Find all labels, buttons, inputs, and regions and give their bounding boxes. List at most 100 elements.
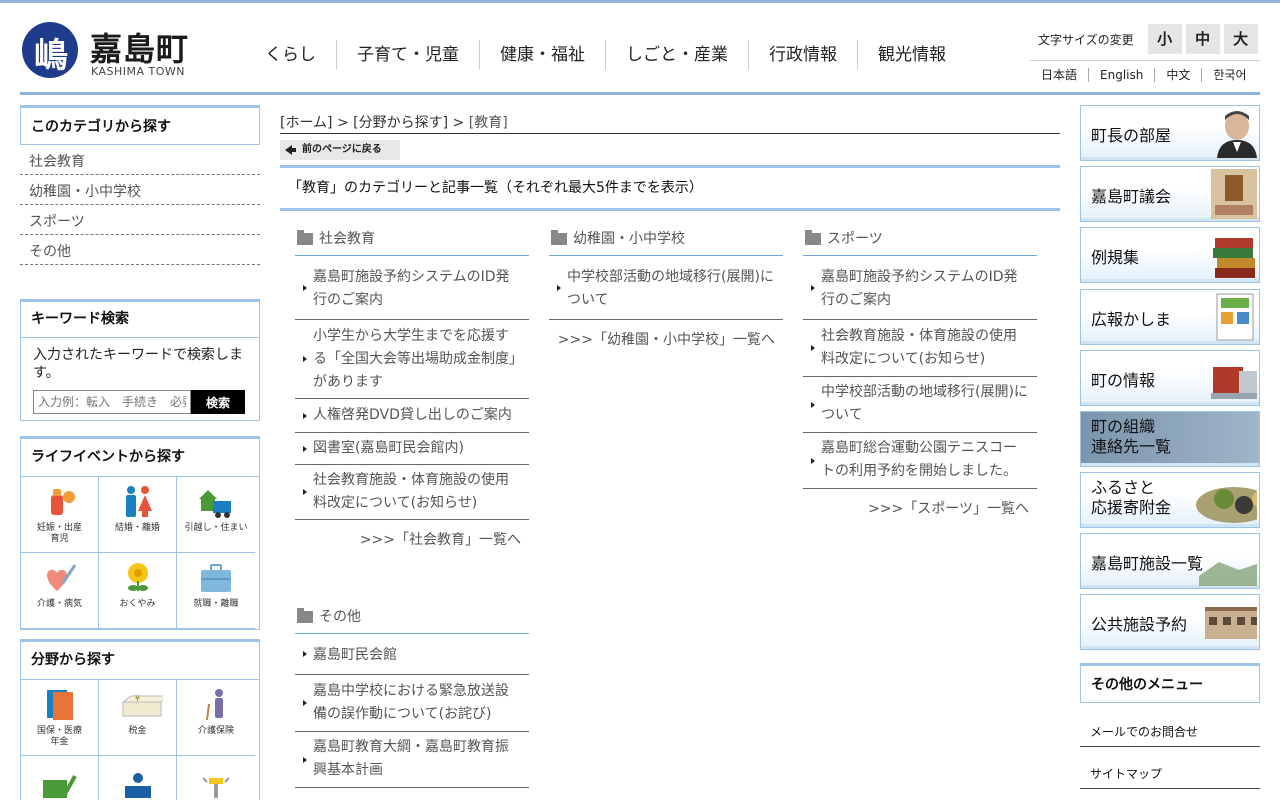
page-title: 「教育」のカテゴリーと記事一覧（それぞれ最大5件までを表示） [280, 165, 1060, 211]
breadcrumb-home[interactable]: [ホーム] [280, 115, 333, 131]
font-size-large-button[interactable]: 大 [1223, 24, 1258, 54]
list-item[interactable]: 社会教育施設・体育施設の使用料改定について(お知らせ) [803, 320, 1037, 377]
banner-organization[interactable]: 町の組織 連絡先一覧 [1080, 411, 1260, 467]
category-list: 社会教育 幼稚園・小中学校 スポーツ その他 [20, 145, 260, 265]
field-disaster[interactable] [177, 756, 255, 800]
article-list: 嘉島町施設予約システムのID発行のご案内 社会教育施設・体育施設の使用料改定につ… [803, 256, 1037, 489]
back-button[interactable]: 前のページに戻る [280, 140, 400, 160]
logo-town-subtitle: KASHIMA TOWN [91, 65, 186, 78]
lang-japanese[interactable]: 日本語 [1030, 68, 1088, 82]
list-item[interactable]: 図書室(嘉島町民会館内) [295, 433, 529, 465]
font-size-medium-button[interactable]: 中 [1185, 24, 1220, 54]
category-column-school: 幼稚園・小中学校 中学校部活動の地域移行(展開)について >>>「幼稚園・小中学… [549, 224, 783, 350]
briefcase-icon [201, 564, 231, 592]
building-icon [1205, 607, 1257, 639]
svg-text:¥: ¥ [135, 694, 140, 703]
category-column-sports: スポーツ 嘉島町施設予約システムのID発行のご案内 社会教育施設・体育施設の使用… [803, 224, 1037, 519]
life-event-care[interactable]: 介護・病気 [21, 553, 99, 629]
list-item[interactable]: 小学生から大学生までを応援する「全国大会等出場助成金制度」があります [295, 320, 529, 399]
gnav-shigoto[interactable]: しごと・産業 [605, 40, 748, 70]
article-list: 嘉島町施設予約システムのID発行のご案内 小学生から大学生までを応援する「全国大… [295, 256, 529, 520]
category-item[interactable]: スポーツ [20, 205, 260, 235]
banner-furusato[interactable]: ふるさと 応援寄附金 [1080, 472, 1260, 528]
banner-kouhou[interactable]: 広報かしま [1080, 289, 1260, 345]
field-title: 分野から探す [21, 642, 259, 680]
list-item[interactable]: 中学校部活動の地域移行(展開)について [549, 256, 783, 320]
list-item[interactable]: 嘉島町民会館 [295, 634, 529, 675]
life-event-employment[interactable]: 就職・離職 [177, 553, 255, 629]
field-care-insurance[interactable]: 介護保険 [177, 680, 255, 756]
banner-town-info[interactable]: 町の情報 [1080, 350, 1260, 406]
list-item[interactable]: 嘉島中学校における緊急放送設備の誤作動について(お詫び) [295, 675, 529, 732]
language-switcher: 日本語 English 中文 한국어 [1030, 60, 1260, 88]
font-size-switcher: 文字サイズの変更 小 中 大 [1038, 24, 1258, 54]
keyword-search-button[interactable]: 検索 [191, 390, 245, 414]
menu-contact-email[interactable]: メールでのお問合せ [1080, 717, 1260, 747]
life-event-moving[interactable]: 引越し・住まい [177, 477, 255, 553]
list-item[interactable]: 人権啓発DVD貸し出しのご案内 [295, 399, 529, 433]
life-event-condolence[interactable]: おくやみ [99, 553, 177, 629]
gnav-kurashi[interactable]: くらし [245, 40, 336, 70]
field-tax[interactable]: ¥ 税金 [99, 680, 177, 756]
more-link[interactable]: >>>「スポーツ」一覧へ [803, 499, 1037, 519]
logo-emblem-icon: 嶋 [22, 22, 78, 78]
article-list: 嘉島町民会館 嘉島中学校における緊急放送設備の誤作動について(お詫び) 嘉島町教… [295, 634, 529, 788]
lang-chinese[interactable]: 中文 [1154, 67, 1201, 82]
category-item[interactable]: 幼稚園・小中学校 [20, 175, 260, 205]
gnav-gyosei[interactable]: 行政情報 [748, 40, 857, 70]
speaker-icon [202, 777, 230, 798]
banner-facility-reservation[interactable]: 公共施設予約 [1080, 594, 1260, 650]
lang-english[interactable]: English [1088, 67, 1154, 82]
list-item[interactable]: 嘉島町施設予約システムのID発行のご案内 [803, 256, 1037, 320]
field-procedures[interactable] [99, 756, 177, 800]
keyword-search-input[interactable] [33, 390, 191, 414]
category-column-shakai: 社会教育 嘉島町施設予約システムのID発行のご案内 小学生から大学生までを応援す… [295, 224, 529, 550]
list-item[interactable]: 嘉島町施設予約システムのID発行のご案内 [295, 256, 529, 320]
newsletter-icon [1216, 293, 1254, 341]
banner-regulations[interactable]: 例規集 [1080, 227, 1260, 283]
column-heading: その他 [295, 602, 529, 634]
life-event-pregnancy[interactable]: 妊娠・出産 育児 [21, 477, 99, 553]
life-event-marriage[interactable]: 結婚・離婚 [99, 477, 177, 553]
column-heading: 社会教育 [295, 224, 529, 256]
top-accent-bar [0, 0, 1280, 3]
banner-assembly[interactable]: 嘉島町議会 [1080, 166, 1260, 222]
list-item[interactable]: 嘉島町教育大綱・嘉島町教育振興基本計画 [295, 732, 529, 788]
site-logo[interactable]: 嶋 嘉島町 KASHIMA TOWN [22, 22, 192, 80]
assembly-hall-icon [1211, 169, 1257, 219]
counter-person-icon [125, 773, 151, 798]
list-item[interactable]: 社会教育施設・体育施設の使用料改定について(お知らせ) [295, 465, 529, 520]
category-box-title: このカテゴリから探す [20, 105, 260, 145]
category-item[interactable]: その他 [20, 235, 260, 265]
field-education[interactable] [21, 756, 99, 800]
font-size-label: 文字サイズの変更 [1038, 32, 1134, 47]
category-item[interactable]: 社会教育 [20, 145, 260, 175]
column-heading: スポーツ [803, 224, 1037, 256]
banner-mayor[interactable]: 町長の部屋 [1080, 105, 1260, 161]
lang-korean[interactable]: 한국어 [1201, 67, 1257, 82]
more-link[interactable]: >>>「幼稚園・小中学校」一覧へ [549, 330, 783, 350]
breadcrumb-field[interactable]: [分野から探す] [353, 115, 448, 131]
keyword-search-box: キーワード検索 入力されたキーワードで検索します。 検索 [20, 299, 260, 421]
menu-sitemap[interactable]: サイトマップ [1080, 759, 1260, 789]
elderly-cane-icon [206, 689, 223, 721]
list-item[interactable]: 中学校部活動の地域移行(展開)について [803, 377, 1037, 433]
keyword-search-description: 入力されたキーワードで検索します。 [33, 347, 243, 381]
category-column-other: その他 嘉島町民会館 嘉島中学校における緊急放送設備の誤作動について(お詫び) … [295, 602, 529, 788]
insurance-card-icon [47, 690, 73, 720]
life-event-grid: 妊娠・出産 育児 結婚・離婚 引越し・住まい 介護・病気 おくやみ 就職・離職 [21, 477, 259, 629]
gnav-kosodate[interactable]: 子育て・児童 [336, 40, 479, 70]
field-insurance[interactable]: 国保・医療 年金 [21, 680, 99, 756]
folder-icon [805, 230, 821, 245]
folder-icon [297, 608, 313, 623]
gnav-kenko[interactable]: 健康・福祉 [479, 40, 605, 70]
town-office-icon [1211, 367, 1257, 399]
list-item[interactable]: 嘉島町総合運動公園テニスコートの利用予約を開始しました。 [803, 433, 1037, 489]
banner-facility-list[interactable]: 嘉島町施設一覧 [1080, 533, 1260, 589]
category-box: このカテゴリから探す 社会教育 幼稚園・小中学校 スポーツ その他 [20, 105, 260, 265]
breadcrumb: [ホーム] > [分野から探す] > [教育] [280, 112, 1060, 134]
font-size-small-button[interactable]: 小 [1147, 24, 1182, 54]
more-link[interactable]: >>>「社会教育」一覧へ [295, 530, 529, 550]
produce-icon [1196, 487, 1257, 523]
gnav-kanko[interactable]: 観光情報 [857, 40, 966, 70]
